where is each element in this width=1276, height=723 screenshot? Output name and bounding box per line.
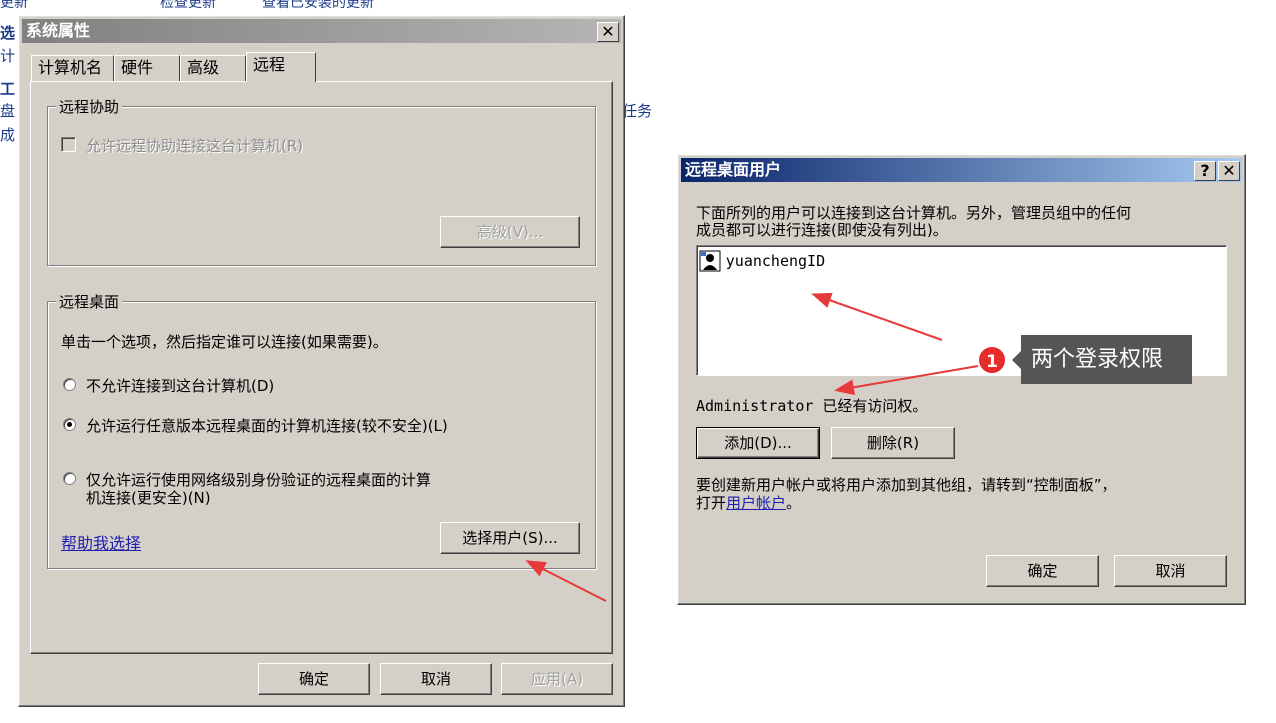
help-icon: ? bbox=[1200, 161, 1210, 180]
radio-allow-any[interactable] bbox=[63, 418, 76, 431]
footer-prefix: 打开 bbox=[696, 494, 727, 512]
system-properties-titlebar[interactable]: 系统属性 ✕ bbox=[22, 19, 621, 43]
radio-allow-nla[interactable] bbox=[63, 472, 76, 485]
select-users-button[interactable]: 选择用户(S)... bbox=[440, 522, 580, 554]
rdusers-ok-button[interactable]: 确定 bbox=[986, 555, 1099, 587]
close-icon: ✕ bbox=[601, 22, 615, 41]
ok-button[interactable]: 确定 bbox=[258, 663, 370, 695]
tab-computer-name[interactable]: 计算机名 bbox=[31, 55, 114, 81]
list-item[interactable]: yuanchengID bbox=[699, 250, 826, 272]
tab-hardware[interactable]: 硬件 bbox=[114, 55, 180, 81]
bg-top-link-3[interactable]: 查看已安装的更新 bbox=[262, 0, 374, 12]
rdusers-description-line2: 成员都可以进行连接(即使没有列出)。 bbox=[696, 221, 948, 239]
bg-top-link-2[interactable]: 检查更新 bbox=[160, 0, 216, 12]
footer-line2: 打开用户帐户。 bbox=[696, 492, 801, 513]
remote-assist-checkbox[interactable] bbox=[61, 137, 76, 152]
bg-fragment: 计 bbox=[0, 47, 16, 65]
bg-fragment: 工 bbox=[0, 80, 16, 98]
group-label: 远程协助 bbox=[56, 96, 123, 117]
help-button[interactable]: ? bbox=[1194, 161, 1216, 181]
bg-fragment: 选 bbox=[0, 24, 16, 42]
apply-button[interactable]: 应用(A) bbox=[501, 663, 613, 695]
annotation-callout: 两个登录权限 bbox=[1012, 335, 1192, 384]
bg-top-link-1[interactable]: 更新 bbox=[0, 0, 28, 12]
close-button[interactable]: ✕ bbox=[1218, 161, 1240, 181]
close-icon: ✕ bbox=[1222, 161, 1236, 180]
radio-disallow[interactable] bbox=[63, 378, 76, 391]
tab-label: 远程 bbox=[253, 55, 286, 74]
radio-allow-any-label[interactable]: 允许运行任意版本远程桌面的计算机连接(较不安全)(L) bbox=[86, 415, 448, 436]
tab-label: 高级 bbox=[187, 58, 220, 77]
remove-user-button[interactable]: 删除(R) bbox=[831, 427, 955, 459]
footer-suffix: 。 bbox=[786, 494, 802, 512]
tab-remote[interactable]: 远程 bbox=[246, 52, 316, 82]
remote-assist-advanced-button[interactable]: 高级(V)... bbox=[440, 216, 580, 248]
user-accounts-link[interactable]: 用户帐户 bbox=[726, 494, 786, 512]
bg-fragment: 盘 bbox=[0, 102, 16, 120]
add-user-button[interactable]: 添加(D)... bbox=[696, 427, 820, 459]
rdusers-cancel-button[interactable]: 取消 bbox=[1114, 555, 1227, 587]
group-label: 远程桌面 bbox=[56, 291, 123, 312]
remote-desktop-instruction: 单击一个选项，然后指定谁可以连接(如果需要)。 bbox=[61, 333, 388, 351]
window-title: 系统属性 bbox=[26, 21, 91, 40]
radio-allow-nla-label-line2[interactable]: 机连接(更安全)(N) bbox=[86, 487, 211, 508]
tab-label: 计算机名 bbox=[38, 58, 103, 77]
tab-advanced[interactable]: 高级 bbox=[180, 55, 246, 81]
tab-label: 硬件 bbox=[121, 58, 154, 77]
rdusers-titlebar[interactable]: 远程桌面用户 ? ✕ bbox=[681, 158, 1242, 182]
remote-assist-label: 允许远程协助连接这台计算机(R) bbox=[86, 137, 304, 155]
radio-disallow-label[interactable]: 不允许连接到这台计算机(D) bbox=[86, 375, 274, 396]
user-icon bbox=[699, 250, 721, 272]
bg-fragment: 成 bbox=[0, 126, 16, 144]
user-name: yuanchengID bbox=[725, 252, 826, 270]
close-button[interactable]: ✕ bbox=[597, 22, 619, 42]
cancel-button[interactable]: 取消 bbox=[380, 663, 492, 695]
annotation-badge: 1 bbox=[977, 345, 1007, 375]
bg-task-fragment[interactable]: 任务 bbox=[622, 100, 652, 121]
dialog-title: 远程桌面用户 bbox=[685, 160, 782, 179]
help-me-choose-link[interactable]: 帮助我选择 bbox=[61, 530, 141, 554]
admin-access-note: Administrator 已经有访问权。 bbox=[696, 397, 928, 415]
